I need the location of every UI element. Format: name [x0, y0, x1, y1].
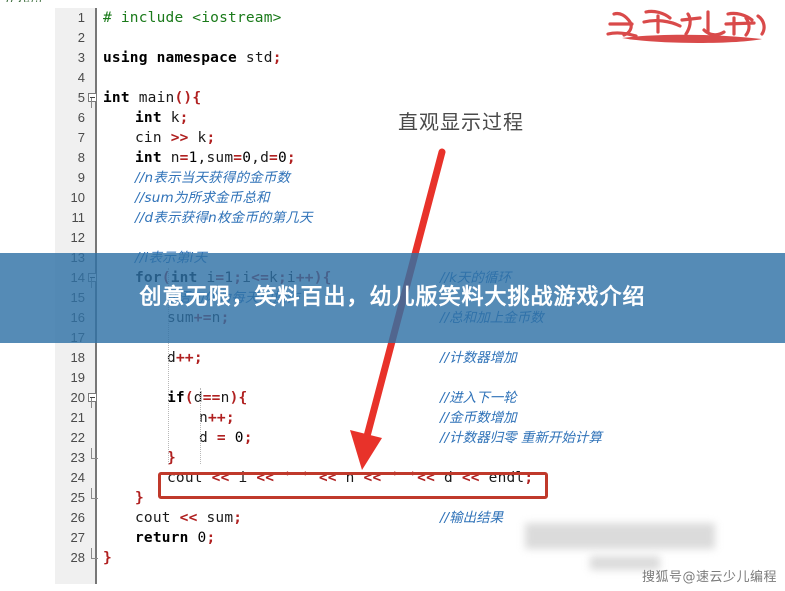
line-number: 10: [70, 190, 85, 205]
line-number: 19: [70, 370, 85, 385]
fold-guide-line: [91, 98, 92, 108]
code-line: 19: [55, 368, 785, 388]
inline-comment: //金币数增加: [440, 410, 517, 426]
code-text: cin >> k;: [135, 130, 216, 146]
screenshot-root: // 代码 1# include <iostream>23using names…: [0, 0, 785, 591]
line-number: 25: [70, 490, 85, 505]
line-number: 1: [77, 10, 85, 25]
inline-comment: //进入下一轮: [440, 390, 517, 406]
line-number: 8: [77, 150, 85, 165]
line-number: 24: [70, 470, 85, 485]
code-line: 21 n++;//金币数增加: [55, 408, 785, 428]
line-number: 9: [77, 170, 85, 185]
line-number: 21: [70, 410, 85, 425]
line-number: 5: [77, 90, 85, 105]
code-line: 20 if(d==n){ //进入下一轮: [55, 388, 785, 408]
line-number: 2: [77, 30, 85, 45]
code-text: }: [167, 450, 176, 466]
code-line: 11 //d表示获得n枚金币的第几天: [55, 208, 785, 228]
code-text: //n表示当天获得的金币数: [135, 170, 291, 186]
code-text: cout << sum;: [135, 510, 243, 526]
footer-watermark: 搜狐号@速云少儿编程: [641, 570, 777, 585]
fold-end-bracket: [91, 548, 98, 559]
line-number: 23: [70, 450, 85, 465]
line-number: 6: [77, 110, 85, 125]
code-text: d = 0;: [199, 430, 253, 446]
code-line: 8 int n=1,sum=0,d=0;: [55, 148, 785, 168]
highlighted-code-box: [158, 472, 548, 499]
fold-end-bracket: [91, 448, 98, 459]
line-number: 18: [70, 350, 85, 365]
code-line: 22 d = 0; //计数器归零 重新开始计算: [55, 428, 785, 448]
line-number: 3: [77, 50, 85, 65]
code-line: 28}: [55, 548, 785, 568]
line-number: 4: [77, 70, 85, 85]
code-text: d++;: [167, 350, 203, 366]
inline-comment: //输出结果: [440, 510, 504, 526]
code-line: 3 using namespace std;: [55, 48, 785, 68]
code-text: return 0;: [135, 530, 216, 546]
code-text: }: [103, 550, 112, 566]
fold-end-bracket: [91, 488, 98, 499]
line-number: 22: [70, 430, 85, 445]
code-line: 5 int main(){: [55, 88, 785, 108]
line-number: 20: [70, 390, 85, 405]
code-line: 12: [55, 228, 785, 248]
code-text: # include <iostream>: [103, 10, 282, 26]
line-number: 11: [71, 210, 86, 225]
code-text: if(d==n){: [167, 390, 248, 406]
code-text: int k;: [135, 110, 189, 126]
fold-toggle-icon[interactable]: [88, 93, 97, 102]
code-text: int main(){: [103, 90, 202, 106]
code-line: 10 //sum为所求金币总和: [55, 188, 785, 208]
code-text: //d表示获得n枚金币的第几天: [135, 210, 313, 226]
inline-comment: //计数器增加: [440, 350, 517, 366]
cut-off-text-fragment: // 代码: [4, 0, 43, 2]
code-line: 23}: [55, 448, 785, 468]
banner-title-text: 创意无限，笑料百出，幼儿版笑料大挑战游戏介绍: [139, 285, 646, 310]
line-number: 27: [70, 530, 85, 545]
code-line: 4: [55, 68, 785, 88]
line-number: 12: [70, 230, 85, 245]
code-text: using namespace std;: [103, 50, 282, 66]
code-line: 9 //n表示当天获得的金币数: [55, 168, 785, 188]
code-line: 18 d++; //计数器增加: [55, 348, 785, 368]
inline-comment: //计数器归零 重新开始计算: [440, 430, 602, 446]
brand-logo-icon: [606, 9, 766, 43]
code-text: int n=1,sum=0,d=0;: [135, 150, 296, 166]
indent-guide-2: [200, 388, 201, 464]
title-banner-overlay: 创意无限，笑料百出，幼儿版笑料大挑战游戏介绍: [0, 253, 785, 343]
fold-toggle-icon[interactable]: [88, 393, 97, 402]
line-number: 28: [70, 550, 85, 565]
fold-guide-line: [91, 398, 92, 408]
line-number: 7: [77, 130, 85, 145]
line-number: 26: [70, 510, 85, 525]
annotation-label: 直观显示过程: [398, 110, 524, 134]
code-text: //sum为所求金币总和: [135, 190, 270, 206]
code-text: }: [135, 490, 144, 506]
blurred-watermark-patch: [525, 523, 715, 549]
